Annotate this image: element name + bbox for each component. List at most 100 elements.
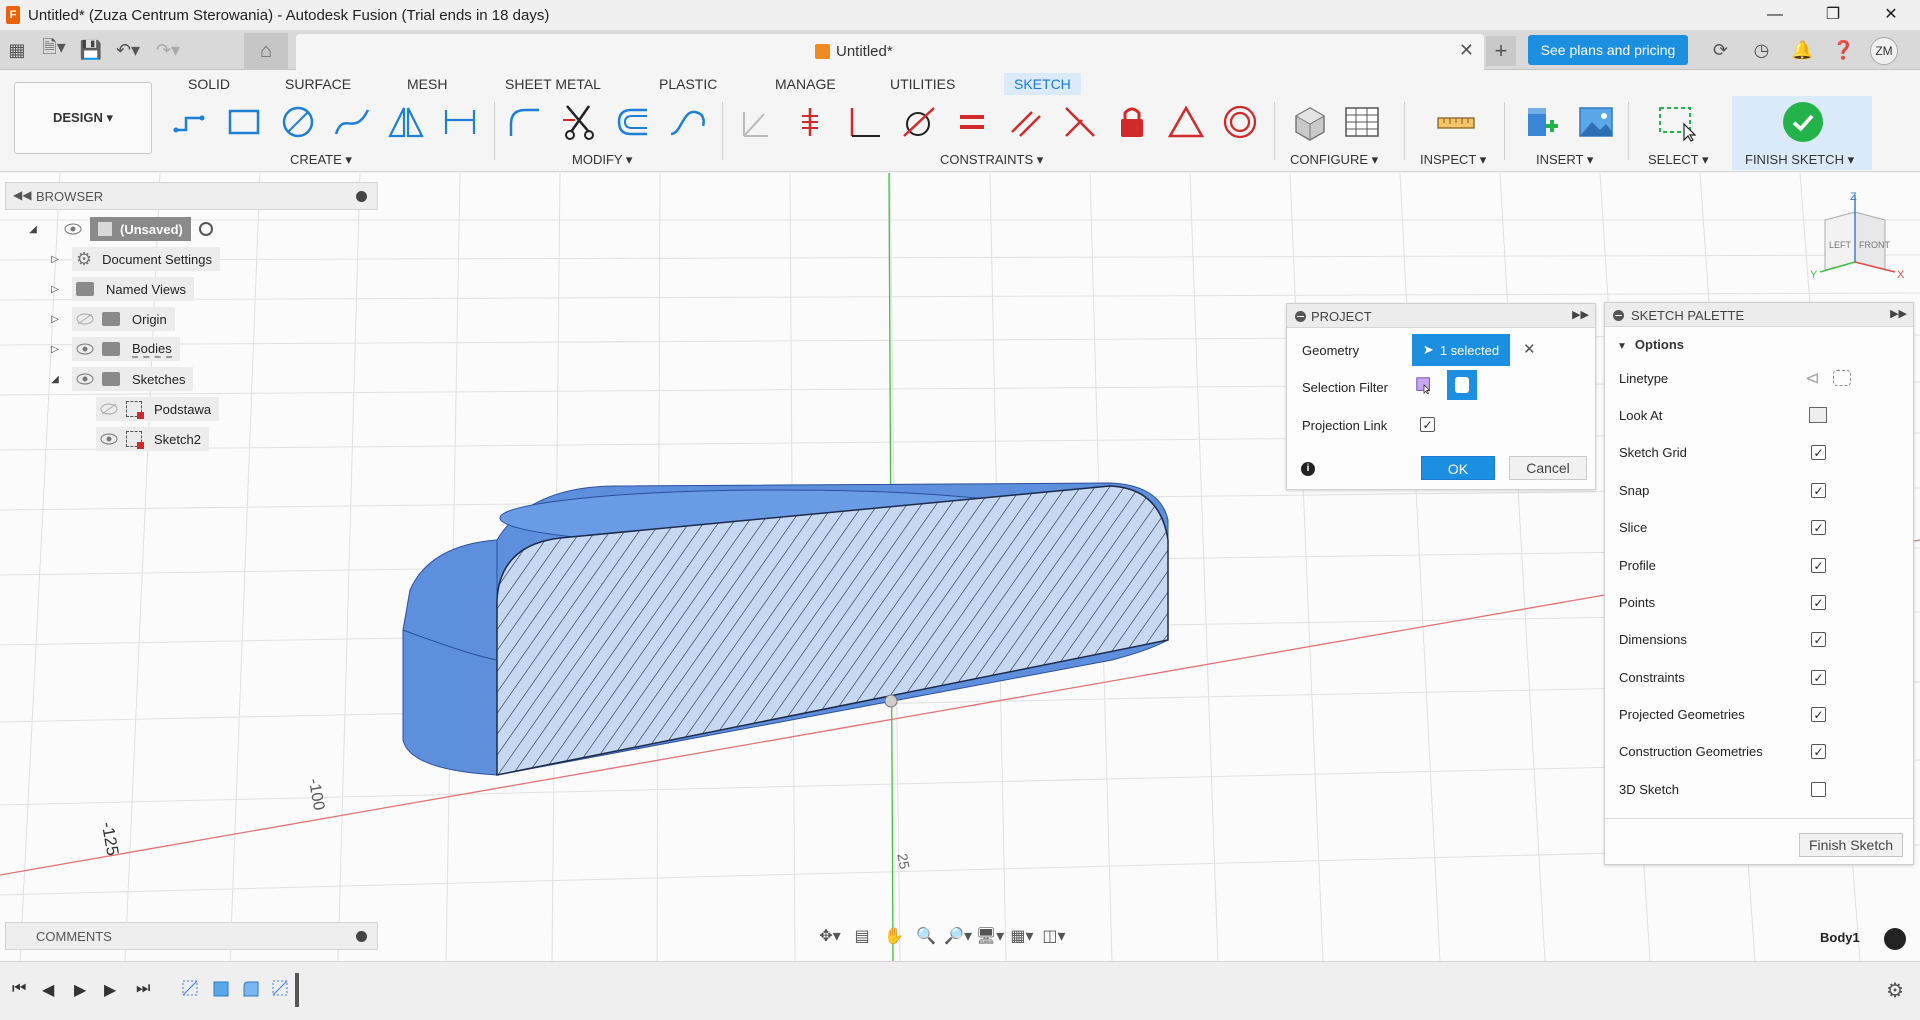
collinear-constraint-icon[interactable]	[1058, 100, 1102, 144]
play-icon[interactable]: ▶	[74, 980, 86, 1000]
spline-tool-icon[interactable]	[330, 100, 374, 144]
timeline-sketch-feature-icon[interactable]	[180, 978, 202, 1000]
redo-icon[interactable]: ↷▾	[148, 40, 188, 61]
grid-settings-icon[interactable]: ▦▾	[1006, 926, 1038, 946]
tree-item-document-settings[interactable]: ▷ ⚙ Document Settings	[48, 247, 220, 271]
tab-sketch[interactable]: SKETCH	[1004, 73, 1081, 95]
collapse-palette-icon[interactable]	[1613, 310, 1624, 321]
viewports-icon[interactable]: ◫▾	[1038, 926, 1070, 946]
ok-button[interactable]: OK	[1421, 456, 1495, 480]
job-status-icon[interactable]: ◷	[1741, 40, 1782, 61]
geometry-selection-button[interactable]: ➤ 1 selected	[1412, 334, 1510, 366]
dimension-tool-icon[interactable]	[438, 100, 482, 144]
maximize-button[interactable]: ❐	[1804, 0, 1862, 30]
insert-menu[interactable]: INSERT ▾	[1536, 152, 1593, 168]
workspace-switcher-button[interactable]: DESIGN ▾	[14, 82, 152, 154]
step-back-icon[interactable]: ◀	[42, 980, 54, 1000]
fix-constraint-lock-icon[interactable]	[1110, 100, 1154, 144]
timeline-marker[interactable]	[295, 973, 299, 1007]
notifications-icon[interactable]: 🔔	[1782, 40, 1823, 61]
symmetry-constraint-icon[interactable]	[1164, 100, 1208, 144]
project-dialog-header[interactable]: PROJECT ▶▶	[1287, 304, 1595, 328]
coincident-constraint-icon[interactable]	[734, 100, 778, 144]
save-icon[interactable]: 💾	[74, 40, 108, 61]
expand-arrow-icon[interactable]: ▷	[48, 344, 62, 355]
fit-zoom-icon[interactable]: 🔎▾	[942, 926, 974, 946]
timeline-settings-gear-icon[interactable]: ⚙	[1886, 978, 1904, 1003]
change-parameters-icon[interactable]	[1286, 100, 1330, 144]
fillet-tool-icon[interactable]	[503, 100, 547, 144]
expand-dialog-icon[interactable]: ▶▶	[1572, 308, 1589, 321]
extend-tool-icon[interactable]	[665, 100, 709, 144]
slice-checkbox[interactable]	[1811, 520, 1826, 535]
tab-solid[interactable]: SOLID	[178, 73, 240, 95]
home-icon[interactable]: ⌂	[244, 33, 288, 70]
look-at-icon[interactable]: ▤	[846, 926, 878, 946]
construction-linetype-icon[interactable]: ⊲	[1805, 368, 1820, 389]
create-menu[interactable]: CREATE ▾	[290, 152, 352, 168]
file-menu-icon[interactable]: 🗎▾	[34, 35, 74, 65]
go-to-start-icon[interactable]: ⏮	[12, 980, 26, 998]
collapse-browser-icon[interactable]: ◀◀	[13, 188, 31, 202]
pan-hand-icon[interactable]: ✋	[878, 926, 910, 946]
cancel-button[interactable]: Cancel	[1509, 456, 1587, 480]
points-checkbox[interactable]	[1811, 595, 1826, 610]
see-plans-button[interactable]: See plans and pricing	[1528, 35, 1688, 65]
select-menu[interactable]: SELECT ▾	[1648, 152, 1708, 168]
expand-arrow-icon[interactable]: ▷	[48, 314, 62, 325]
measure-tool-icon[interactable]	[1434, 100, 1478, 144]
close-window-button[interactable]: ✕	[1862, 0, 1920, 30]
projection-link-checkbox[interactable]	[1420, 417, 1435, 432]
trim-tool-icon[interactable]	[557, 100, 601, 144]
expand-palette-icon[interactable]: ▶▶	[1890, 307, 1907, 320]
minimize-button[interactable]: —	[1746, 0, 1804, 30]
look-at-calendar-icon[interactable]	[1809, 407, 1827, 423]
configuration-table-icon[interactable]	[1340, 100, 1384, 144]
centerline-linetype-icon[interactable]	[1833, 370, 1851, 386]
collapse-dialog-icon[interactable]	[1295, 311, 1306, 322]
window-select-icon[interactable]	[1654, 100, 1698, 144]
tree-item-podstawa[interactable]: Podstawa	[96, 397, 220, 421]
visibility-eye-icon[interactable]	[100, 433, 118, 445]
hidden-eye-icon[interactable]	[76, 313, 94, 325]
filter-specified-entities-icon[interactable]	[1413, 374, 1435, 396]
document-tab[interactable]: Untitled* ✕	[296, 34, 1484, 70]
hidden-eye-icon[interactable]	[100, 403, 118, 415]
snap-checkbox[interactable]	[1811, 483, 1826, 498]
zoom-icon[interactable]: 🔍	[910, 926, 942, 946]
collapse-arrow-icon[interactable]: ◢	[48, 374, 62, 385]
timeline-fillet-feature-icon[interactable]	[240, 978, 262, 1000]
timeline-sketch2-feature-icon[interactable]	[270, 978, 292, 1000]
perpendicular-constraint-icon[interactable]	[842, 100, 886, 144]
browser-minimize-icon[interactable]	[356, 191, 367, 202]
configure-menu[interactable]: CONFIGURE ▾	[1290, 152, 1378, 168]
horizontal-vertical-constraint-icon[interactable]	[788, 100, 832, 144]
tab-sheet-metal[interactable]: SHEET METAL	[495, 73, 611, 95]
info-icon[interactable]: i	[1301, 462, 1315, 476]
step-forward-icon[interactable]: ▶	[104, 980, 116, 1000]
tree-item-named-views[interactable]: ▷ Named Views	[48, 277, 194, 301]
expand-arrow-icon[interactable]: ▷	[48, 254, 62, 265]
circle-tool-icon[interactable]	[276, 100, 320, 144]
browser-panel-header[interactable]: ◀◀ BROWSER	[5, 182, 378, 210]
go-to-end-icon[interactable]: ⏭	[136, 980, 150, 998]
constraints-checkbox[interactable]	[1811, 670, 1826, 685]
user-avatar[interactable]: ZM	[1870, 37, 1898, 65]
orbit-icon[interactable]: ✥▾	[814, 926, 846, 946]
finish-sketch-menu[interactable]: FINISH SKETCH ▾	[1745, 152, 1854, 168]
apps-grid-icon[interactable]: ▦	[0, 40, 34, 61]
expand-arrow-icon[interactable]: ▷	[48, 284, 62, 295]
line-tool-icon[interactable]	[168, 100, 212, 144]
dimensions-checkbox[interactable]	[1811, 632, 1826, 647]
construction-geometries-checkbox[interactable]	[1811, 744, 1826, 759]
help-icon[interactable]: ❓	[1823, 40, 1864, 61]
projected-geometries-checkbox[interactable]	[1811, 707, 1826, 722]
3d-sketch-checkbox[interactable]	[1811, 782, 1826, 797]
finish-sketch-button[interactable]: Finish Sketch	[1799, 833, 1903, 857]
constraints-menu[interactable]: CONSTRAINTS ▾	[940, 152, 1043, 168]
insert-canvas-image-icon[interactable]	[1574, 100, 1618, 144]
options-section-toggle[interactable]: ▼ Options	[1617, 337, 1684, 352]
rectangle-tool-icon[interactable]	[222, 100, 266, 144]
tab-manage[interactable]: MANAGE	[765, 73, 846, 95]
tree-item-sketches[interactable]: ◢ Sketches	[48, 367, 194, 391]
